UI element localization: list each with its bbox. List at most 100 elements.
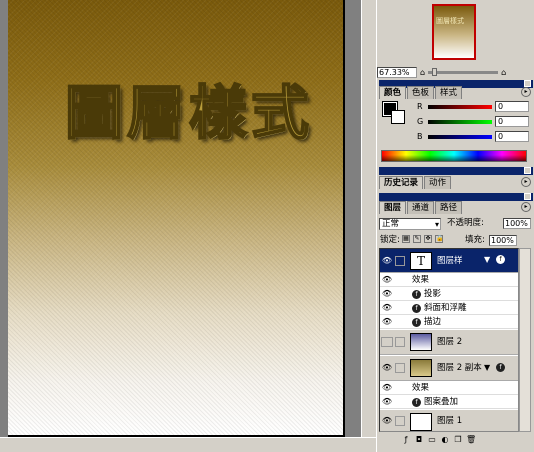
- vertical-scrollbar[interactable]: [361, 0, 376, 437]
- delete-layer-icon[interactable]: 🗑: [466, 435, 476, 445]
- tab-swatches[interactable]: 色板: [407, 86, 435, 99]
- navigator-preview[interactable]: 圖層樣式: [432, 4, 476, 60]
- tab-styles[interactable]: 样式: [435, 86, 463, 99]
- zoom-field[interactable]: 67.33%: [377, 66, 417, 78]
- tab-actions[interactable]: 动作: [424, 176, 452, 189]
- effect-name: 斜面和浮雕: [424, 303, 467, 313]
- effect-row-stroke[interactable]: 👁 f 描边: [380, 316, 518, 329]
- layers-panel-titlebar[interactable]: [379, 193, 533, 201]
- layer-row-layer-2[interactable]: 图层 2: [380, 330, 518, 355]
- close-icon[interactable]: [524, 167, 531, 174]
- text-layer-thumbnail: T: [410, 252, 432, 270]
- color-panel-menu-button[interactable]: ▸: [521, 87, 531, 97]
- lock-position-icon[interactable]: ✥: [424, 235, 432, 243]
- effect-name: 描边: [424, 317, 442, 327]
- effect-row-bevel-emboss[interactable]: 👁 f 斜面和浮雕: [380, 302, 518, 315]
- zoom-in-icon[interactable]: ⌂: [501, 68, 506, 77]
- tab-history[interactable]: 历史记录: [379, 176, 424, 189]
- eye-icon[interactable]: 👁: [381, 289, 393, 299]
- green-slider[interactable]: [428, 119, 492, 124]
- canvas-title-text: 圖層樣式: [64, 79, 313, 147]
- horizontal-scrollbar[interactable]: [0, 437, 376, 452]
- eye-icon[interactable]: 👁: [381, 317, 393, 327]
- new-layer-icon[interactable]: ❐: [453, 435, 463, 445]
- expand-effects-icon[interactable]: ▼: [484, 363, 490, 372]
- effect-name: 投影: [424, 289, 442, 299]
- tab-layers[interactable]: 图层: [379, 201, 407, 214]
- eye-icon[interactable]: 👁: [381, 397, 393, 407]
- new-adjustment-layer-icon[interactable]: ◐: [440, 435, 450, 445]
- lock-icons: ▦ ✎ ✥ 🔒: [402, 235, 443, 243]
- lock-image-icon[interactable]: ✎: [413, 235, 421, 243]
- blue-channel-row: B 0: [417, 131, 531, 142]
- effect-name: 图案叠加: [424, 397, 459, 407]
- opacity-field[interactable]: 100%: [503, 218, 531, 229]
- layer-name[interactable]: 图层 2 副本: [437, 362, 482, 374]
- background-color-swatch[interactable]: [391, 110, 405, 124]
- navigator-zoom-row: 67.33% ⌂ ⌂: [377, 66, 534, 78]
- green-label: G: [417, 117, 424, 126]
- lock-label: 锁定:: [380, 235, 400, 245]
- history-panel-tabs: 历史记录 动作: [379, 176, 452, 189]
- effect-row-drop-shadow[interactable]: 👁 f 投影: [380, 288, 518, 301]
- green-channel-row: G 0: [417, 116, 531, 127]
- close-icon[interactable]: [524, 193, 531, 200]
- document-workspace: 圖層樣式: [0, 0, 376, 452]
- zoom-slider[interactable]: [428, 67, 499, 76]
- eye-icon[interactable]: 👁: [381, 416, 393, 426]
- link-icon[interactable]: [395, 255, 405, 266]
- layers-scrollbar[interactable]: [519, 248, 531, 432]
- link-icon[interactable]: [395, 337, 405, 347]
- blue-slider[interactable]: [428, 134, 492, 139]
- blend-mode-select[interactable]: 正常: [379, 218, 441, 230]
- effect-row-pattern-overlay[interactable]: 👁 f 图案叠加: [380, 396, 518, 409]
- eye-icon[interactable]: 👁: [381, 383, 393, 393]
- color-spectrum-bar[interactable]: [381, 150, 527, 162]
- zoom-slider-handle[interactable]: [432, 67, 438, 76]
- close-icon[interactable]: [524, 80, 531, 87]
- zoom-out-icon[interactable]: ⌂: [420, 68, 425, 77]
- layer-thumbnail: [410, 359, 432, 377]
- layer-row-text[interactable]: 👁 T 图层样 ▼ f: [380, 249, 518, 273]
- layer-row-layer-2-copy[interactable]: 👁 图层 2 副本 ▼ f: [380, 356, 518, 381]
- eye-toggle-icon[interactable]: [381, 337, 393, 347]
- fill-field[interactable]: 100%: [489, 235, 517, 246]
- layers-panel-menu-button[interactable]: ▸: [521, 202, 531, 212]
- add-layer-style-icon[interactable]: ƒ: [401, 435, 411, 445]
- eye-icon[interactable]: 👁: [381, 256, 393, 266]
- effect-icon: f: [412, 304, 421, 313]
- fg-bg-swatches[interactable]: [382, 101, 407, 126]
- effects-label: 效果: [412, 383, 430, 393]
- layer-thumbnail: [410, 413, 432, 431]
- eye-icon[interactable]: 👁: [381, 303, 393, 313]
- layer-name[interactable]: 图层 2: [437, 336, 462, 348]
- eye-icon[interactable]: 👁: [381, 363, 393, 373]
- tab-paths[interactable]: 路径: [435, 201, 463, 214]
- add-mask-icon[interactable]: ◘: [414, 435, 424, 445]
- layer-effects-badge-icon: f: [496, 255, 505, 264]
- red-value-field[interactable]: 0: [495, 101, 529, 112]
- blue-value-field[interactable]: 0: [495, 131, 529, 142]
- history-panel-menu-button[interactable]: ▸: [521, 177, 531, 187]
- new-set-icon[interactable]: ▭: [427, 435, 437, 445]
- green-value-field[interactable]: 0: [495, 116, 529, 127]
- tab-channels[interactable]: 通道: [407, 201, 435, 214]
- layer-name[interactable]: 图层 1: [437, 415, 462, 427]
- lock-all-icon[interactable]: 🔒: [435, 235, 443, 243]
- lock-transparency-icon[interactable]: ▦: [402, 235, 410, 243]
- eye-icon[interactable]: 👁: [381, 275, 393, 285]
- layers-list: 👁 T 图层样 ▼ f 👁 效果 👁 f 投影 👁 f 斜面和浮雕 👁 f 描边: [379, 248, 519, 432]
- layer-row-layer-1[interactable]: 👁 图层 1: [380, 410, 518, 431]
- red-slider[interactable]: [428, 104, 492, 109]
- link-icon[interactable]: [395, 363, 405, 373]
- history-panel-titlebar[interactable]: [379, 167, 533, 175]
- document-canvas[interactable]: 圖層樣式: [8, 0, 345, 437]
- tab-color[interactable]: 颜色: [379, 86, 407, 99]
- red-label: R: [417, 102, 423, 111]
- navigator-preview-text: 圖層樣式: [436, 17, 464, 25]
- panels-dock: 圖層樣式 67.33% ⌂ ⌂ 颜色 色板 样式 ▸ R 0 G 0 B 0 历…: [376, 0, 534, 452]
- link-icon[interactable]: [395, 416, 405, 426]
- expand-effects-icon[interactable]: ▼: [484, 255, 490, 264]
- layer-name[interactable]: 图层样: [437, 255, 463, 267]
- effects-label: 效果: [412, 275, 430, 285]
